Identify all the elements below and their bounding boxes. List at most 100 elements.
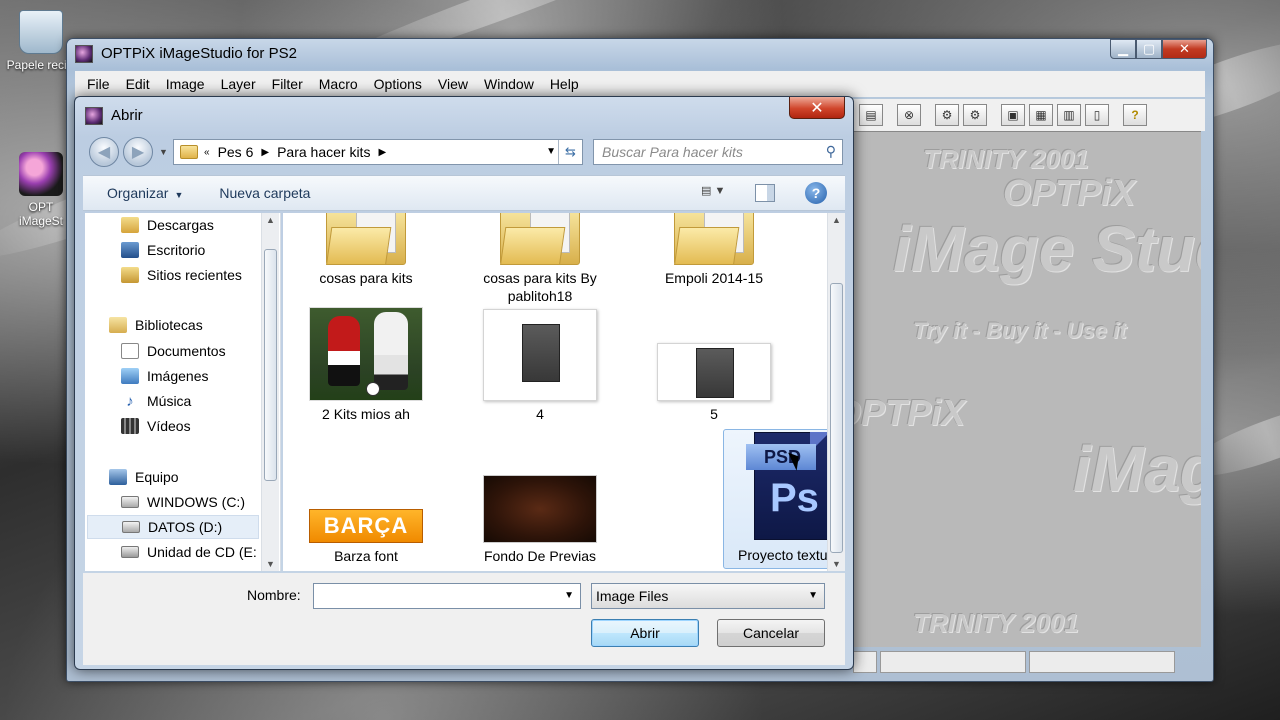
folder-icon [500,213,580,265]
pictures-icon [121,368,139,384]
app-icon [75,45,93,63]
maximize-button[interactable]: ▢ [1136,39,1162,59]
toolbar-button[interactable]: ▤ [859,104,883,126]
scroll-down-icon[interactable]: ▼ [266,559,275,569]
scrollbar-thumb[interactable] [264,249,277,481]
breadcrumb-pes6[interactable]: Pes 6 [218,144,254,160]
history-dropdown[interactable]: ▼ [159,147,168,157]
watermark-text: TRINITY 2001 [913,608,1079,638]
sidebar-item-equipo[interactable]: Equipo [109,465,179,489]
menu-options[interactable]: Options [366,76,430,92]
navigation-scrollbar[interactable]: ▲ ▼ [261,213,279,571]
toolbar-button[interactable]: ▯ [1085,104,1109,126]
toolbar-button[interactable]: ⚙ [935,104,959,126]
organize-button[interactable]: Organizar ▼ [107,185,183,201]
watermark-text: OPTPiX [853,392,966,433]
file-item-image[interactable]: Fondo De Previas [465,475,615,565]
scrollbar-thumb[interactable] [830,283,843,553]
help-icon[interactable]: ? [805,182,827,204]
breadcrumb-overflow-icon[interactable]: « [204,147,210,158]
folder-icon [674,213,754,265]
minimize-button[interactable]: ▁ [1110,39,1136,59]
file-item-image[interactable]: 5 [639,343,789,423]
menu-edit[interactable]: Edit [118,76,158,92]
file-name: Proyecto textura [738,547,827,563]
file-item-image[interactable]: BARÇA Barza font [291,509,441,565]
menu-window[interactable]: Window [476,76,542,92]
scroll-down-icon[interactable]: ▼ [832,559,841,569]
toolbar-button[interactable]: ▦ [1029,104,1053,126]
dialog-close-button[interactable]: ✕ [789,97,845,119]
menu-help[interactable]: Help [542,76,587,92]
image-thumbnail: BARÇA [309,509,423,543]
sidebar-item-label: Escritorio [147,242,206,258]
sidebar-item-musica[interactable]: ♪ Música [121,389,191,413]
sidebar-item-sitios-recientes[interactable]: Sitios recientes [121,263,242,287]
file-list-scrollbar[interactable]: ▲ ▼ [827,213,845,571]
chevron-down-icon[interactable]: ▼ [564,590,574,601]
file-name: Empoli 2014-15 [664,270,764,286]
toolbar-button[interactable]: ▥ [1057,104,1081,126]
preview-pane-icon[interactable] [755,184,775,202]
cancel-button[interactable]: Cancelar [717,619,825,647]
command-bar: Organizar ▼ Nueva carpeta ▤ ▼ ? [83,175,845,211]
scroll-up-icon[interactable]: ▲ [266,215,275,225]
sidebar-item-label: Imágenes [147,368,209,384]
file-item-image[interactable]: 2 Kits mios ah [291,307,441,423]
file-type-select[interactable]: Image Files ▼ [591,583,825,609]
stop-icon[interactable]: ⊗ [897,104,921,126]
menu-view[interactable]: View [430,76,476,92]
sidebar-item-escritorio[interactable]: Escritorio [121,238,205,262]
file-item-folder[interactable]: cosas para kits [291,213,441,287]
sidebar-item-videos[interactable]: Vídeos [121,414,191,438]
recycle-bin-icon [19,10,63,54]
documents-icon [121,343,139,359]
sidebar-item-unidad-cd[interactable]: Unidad de CD (E: [121,540,257,564]
new-folder-button[interactable]: Nueva carpeta [219,185,310,201]
breadcrumb-para-hacer-kits[interactable]: Para hacer kits [277,144,370,160]
search-input[interactable]: Buscar Para hacer kits ⚲ [593,139,843,165]
menu-layer[interactable]: Layer [213,76,264,92]
image-thumbnail [483,309,597,401]
file-item-folder[interactable]: cosas para kits By pablitoh18 [465,213,615,305]
menu-image[interactable]: Image [158,76,213,92]
file-name: Fondo De Previas [483,548,597,564]
scroll-up-icon[interactable]: ▲ [832,215,841,225]
change-view-button[interactable]: ▤ ▼ [701,184,731,202]
refresh-icon[interactable]: ⇆ [558,140,582,164]
search-icon[interactable]: ⚲ [826,143,836,160]
forward-button[interactable]: ▶ [123,137,153,167]
sidebar-item-imagenes[interactable]: Imágenes [121,364,208,388]
sidebar-item-bibliotecas[interactable]: Bibliotecas [109,313,203,337]
sidebar-item-label: Vídeos [147,418,191,434]
sidebar-item-datos-d[interactable]: DATOS (D:) [87,515,259,539]
toolbar-button[interactable]: ⚙ [963,104,987,126]
chevron-down-icon: ▼ [174,190,184,200]
file-item-image[interactable]: 4 [465,309,615,423]
status-bar [853,651,1201,673]
window-controls: ▁ ▢ ✕ [1110,39,1207,59]
help-icon[interactable]: ? [1123,104,1147,126]
file-item-psd-selected[interactable]: PSD Ps Proyecto textura [723,429,827,569]
sidebar-item-descargas[interactable]: Descargas [121,213,214,237]
close-button[interactable]: ✕ [1162,39,1207,59]
file-item-folder[interactable]: Empoli 2014-15 [639,213,789,287]
chevron-right-icon[interactable]: ▶ [261,147,269,158]
filename-field[interactable]: ▼ [313,583,581,609]
chevron-right-icon[interactable]: ▶ [378,147,386,158]
menu-macro[interactable]: Macro [311,76,366,92]
recent-places-icon [121,267,139,283]
status-cell [1029,651,1175,673]
chevron-down-icon[interactable]: ▼ [546,146,556,157]
sidebar-item-label: WINDOWS (C:) [147,494,245,510]
toolbar-button[interactable]: ▣ [1001,104,1025,126]
sidebar-item-label: Bibliotecas [135,317,203,333]
open-button[interactable]: Abrir [591,619,699,647]
back-button[interactable]: ◀ [89,137,119,167]
address-bar[interactable]: « Pes 6 ▶ Para hacer kits ▶ ▼ ⇆ [173,139,583,165]
sidebar-item-documentos[interactable]: Documentos [121,339,226,363]
menu-file[interactable]: File [79,76,118,92]
menu-filter[interactable]: Filter [264,76,311,92]
sidebar-item-windows-c[interactable]: WINDOWS (C:) [121,490,245,514]
status-cell [880,651,1026,673]
